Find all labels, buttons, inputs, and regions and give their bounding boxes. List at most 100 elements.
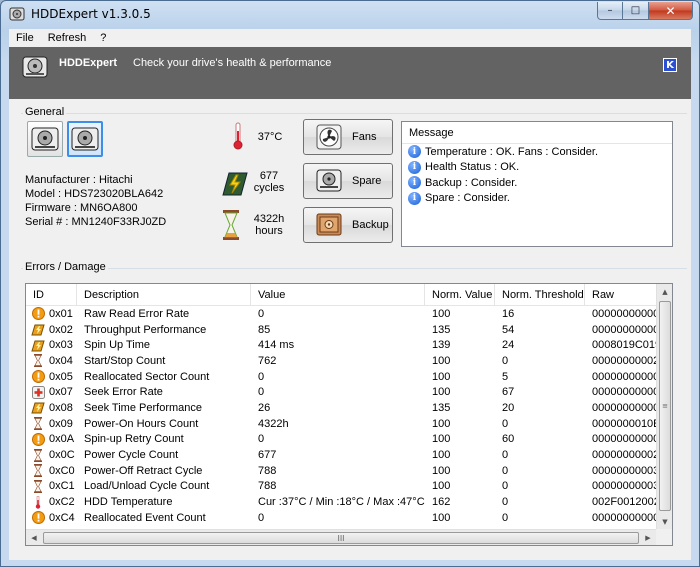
cell-norm-threshold: 20 bbox=[502, 401, 515, 414]
message-header[interactable]: Message bbox=[402, 122, 672, 144]
fans-button[interactable]: Fans bbox=[303, 119, 393, 155]
scroll-down-arrow-icon[interactable]: ▼ bbox=[657, 514, 672, 530]
cell-description: Seek Time Performance bbox=[84, 401, 202, 414]
column-header-raw[interactable]: Raw bbox=[585, 284, 658, 306]
table-row[interactable]: 0x07 Seek Error Rate 0 100 67 000000000000 bbox=[26, 384, 658, 400]
column-header-norm-value[interactable]: Norm. Value bbox=[425, 284, 495, 306]
banner-tagline: Check your drive's health & performance bbox=[133, 57, 332, 69]
cell-id: 0xC1 bbox=[26, 479, 77, 493]
table-row[interactable]: 0x09 Power-On Hours Count 4322h 100 0 0000000… bbox=[26, 416, 658, 432]
maximize-button[interactable]: □ bbox=[623, 2, 649, 20]
cell-id: 0xC2 bbox=[26, 495, 77, 509]
menu-file[interactable]: File bbox=[9, 32, 41, 44]
table-row[interactable]: 0x02 Throughput Performance 85 135 54 0000000… bbox=[26, 322, 658, 338]
title-bar[interactable]: HDDExpert v1.3.0.5 – □ ✕ bbox=[1, 1, 699, 29]
cell-norm-threshold: 0 bbox=[502, 354, 509, 367]
drive-button-2-selected[interactable] bbox=[67, 121, 103, 157]
cell-value: 677 bbox=[258, 449, 277, 462]
cell-norm-value: 100 bbox=[432, 480, 451, 493]
scroll-right-arrow-icon[interactable]: ▶ bbox=[640, 530, 656, 545]
table-row[interactable]: 0x03 Spin Up Time 414 ms 139 24 0008019C019E bbox=[26, 337, 658, 353]
vertical-scrollbar[interactable]: ▲ ≡ ▼ bbox=[656, 284, 672, 530]
table-row[interactable]: 0x01 Raw Read Error Rate 0 100 16 00000000000… bbox=[26, 306, 658, 322]
horizontal-scroll-thumb[interactable]: III bbox=[43, 532, 639, 544]
table-row[interactable]: 0xC1 Load/Unload Cycle Count 788 100 0 000000… bbox=[26, 479, 658, 495]
scroll-up-arrow-icon[interactable]: ▲ bbox=[657, 284, 672, 300]
table-row[interactable]: 0xC2 HDD Temperature Cur :37°C / Min :18°C… bbox=[26, 494, 658, 510]
kitrinos-logo-icon[interactable]: K bbox=[663, 58, 677, 72]
spare-button[interactable]: Spare bbox=[303, 163, 393, 199]
cell-raw: 00000000002F bbox=[592, 354, 658, 367]
performance-icon bbox=[31, 340, 45, 352]
cell-id: 0x0A bbox=[26, 432, 77, 446]
close-button[interactable]: ✕ bbox=[649, 2, 693, 20]
cell-value: 414 ms bbox=[258, 339, 295, 352]
cell-id: 0x03 bbox=[26, 339, 77, 352]
drive-button-1[interactable] bbox=[27, 121, 63, 157]
hard-drive-icon bbox=[22, 56, 48, 78]
errors-separator bbox=[21, 268, 687, 269]
horizontal-scrollbar[interactable]: ◀ III ▶ bbox=[26, 529, 672, 545]
table-row[interactable]: 0xC4 Reallocated Event Count 0 100 0 00000000… bbox=[26, 510, 658, 526]
message-item[interactable]: i Spare : Consider. bbox=[402, 191, 672, 207]
cell-id: 0x09 bbox=[26, 417, 77, 431]
cell-id: 0x05 bbox=[26, 370, 77, 384]
cell-norm-threshold: 67 bbox=[502, 386, 515, 399]
warning-icon bbox=[31, 307, 45, 321]
table-row[interactable]: 0x04 Start/Stop Count 762 100 0 00000000002F bbox=[26, 353, 658, 369]
cell-description: Reallocated Event Count bbox=[84, 511, 206, 524]
main-content: General Manufacturer : Hitachi Model : H… bbox=[9, 99, 691, 560]
cell-value: 788 bbox=[258, 464, 277, 477]
cell-norm-value: 139 bbox=[432, 339, 451, 352]
general-separator bbox=[21, 113, 687, 114]
column-header-id[interactable]: ID bbox=[26, 284, 77, 306]
cell-norm-value: 135 bbox=[432, 323, 451, 336]
cell-description: HDD Temperature bbox=[84, 496, 173, 509]
cell-norm-threshold: 0 bbox=[502, 496, 509, 509]
message-item[interactable]: i Health Status : OK. bbox=[402, 160, 672, 176]
smart-attributes-table[interactable]: ID Description Value Norm. Value Norm. T… bbox=[25, 283, 673, 546]
firmware-label: Firmware : MN6OA800 bbox=[25, 202, 138, 214]
hard-drive-icon bbox=[71, 127, 99, 151]
cell-norm-value: 100 bbox=[432, 307, 451, 320]
table-row[interactable]: 0x0C Power Cycle Count 677 100 0 000000000024 bbox=[26, 447, 658, 463]
fan-icon bbox=[316, 124, 342, 150]
column-header-norm-threshold[interactable]: Norm. Threshold bbox=[495, 284, 585, 306]
menu-help[interactable]: ? bbox=[93, 32, 113, 44]
message-item[interactable]: i Temperature : OK. Fans : Consider. bbox=[402, 144, 672, 160]
cell-id: 0x07 bbox=[26, 385, 77, 399]
header-banner: HDDExpert Check your drive's health & pe… bbox=[9, 47, 691, 99]
cell-norm-value: 100 bbox=[432, 449, 451, 462]
cell-description: Reallocated Sector Count bbox=[84, 370, 210, 383]
hours-number: 4322h bbox=[253, 213, 285, 225]
minimize-button[interactable]: – bbox=[597, 2, 623, 20]
cycles-value: 677 cycles bbox=[251, 170, 287, 194]
warning-icon bbox=[31, 370, 45, 384]
cell-description: Seek Error Rate bbox=[84, 386, 163, 399]
message-panel[interactable]: Message i Temperature : OK. Fans : Consid… bbox=[401, 121, 673, 247]
menu-refresh[interactable]: Refresh bbox=[41, 32, 94, 44]
scroll-left-arrow-icon[interactable]: ◀ bbox=[26, 530, 42, 545]
hourglass-icon bbox=[34, 354, 42, 368]
hard-drive-icon bbox=[9, 7, 25, 21]
cell-norm-value: 135 bbox=[432, 401, 451, 414]
cell-id: 0xC0 bbox=[26, 464, 77, 478]
table-row[interactable]: 0x05 Reallocated Sector Count 0 100 5 0000000… bbox=[26, 369, 658, 385]
vertical-scroll-thumb[interactable]: ≡ bbox=[659, 301, 671, 511]
temperature-value: 37°C bbox=[257, 131, 283, 143]
table-row[interactable]: 0x0A Spin-up Retry Count 0 100 60 00000000000… bbox=[26, 432, 658, 448]
cell-value: Cur :37°C / Min :18°C / Max :47°C bbox=[258, 496, 425, 509]
column-header-value[interactable]: Value bbox=[251, 284, 425, 306]
backup-button[interactable]: Backup bbox=[303, 207, 393, 243]
spare-button-label: Spare bbox=[352, 175, 382, 187]
table-row[interactable]: 0x08 Seek Time Performance 26 135 20 00000000… bbox=[26, 400, 658, 416]
column-header-description[interactable]: Description bbox=[77, 284, 251, 306]
cell-raw: 002F00120025 bbox=[592, 496, 658, 509]
cell-norm-value: 162 bbox=[432, 496, 451, 509]
cell-description: Power Cycle Count bbox=[84, 449, 179, 462]
hourglass-icon bbox=[34, 417, 42, 431]
table-row[interactable]: 0xC0 Power-Off Retract Cycle 788 100 0 000000… bbox=[26, 463, 658, 479]
cell-raw: 000000000000 bbox=[592, 307, 658, 320]
message-item[interactable]: i Backup : Consider. bbox=[402, 175, 672, 191]
cell-value: 4322h bbox=[258, 417, 289, 430]
